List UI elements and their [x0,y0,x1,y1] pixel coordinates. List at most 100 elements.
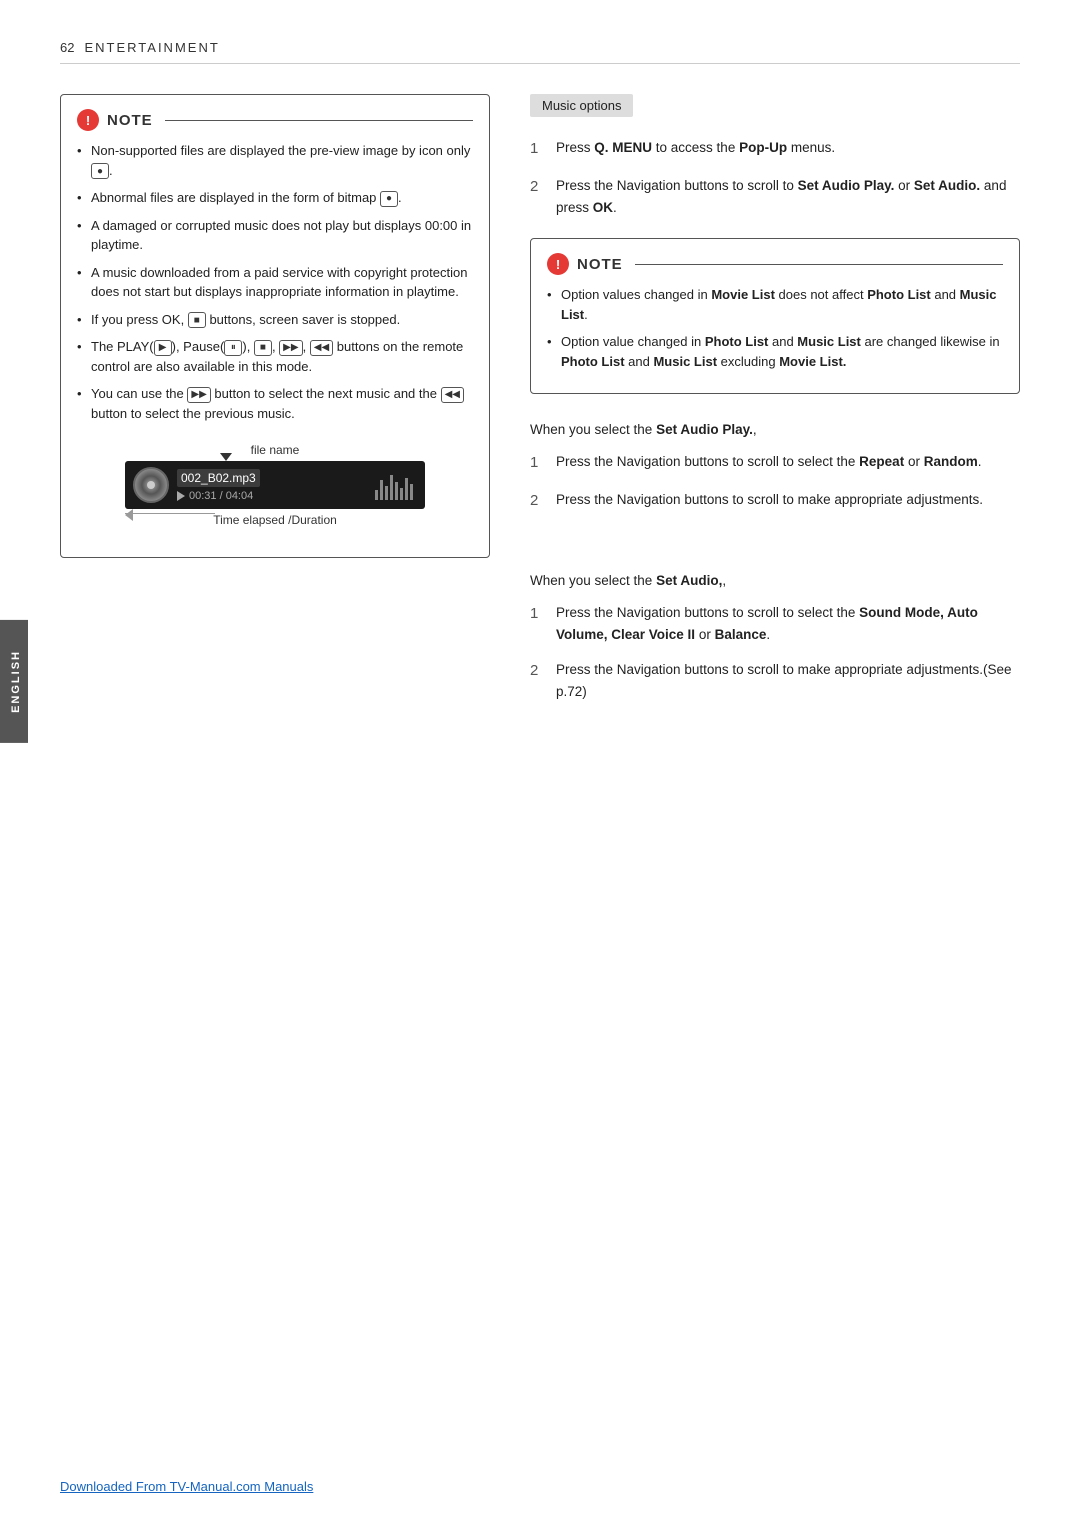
step-2-text: Press the Navigation buttons to scroll t… [556,175,1020,218]
left-note-header: ! NOTE [77,109,473,131]
sap-step-num-2: 2 [530,489,544,513]
step-2: 2 Press the Navigation buttons to scroll… [530,175,1020,218]
note-icon: ! [77,109,99,131]
player-filename: 002_B02.mp3 [177,469,260,487]
list-item: A damaged or corrupted music does not pl… [77,216,473,255]
list-item: Abnormal files are displayed in the form… [77,188,473,208]
left-note-list: Non-supported files are displayed the pr… [77,141,473,423]
player-info: 002_B02.mp3 00:31 / 04:04 [177,469,367,502]
right-note-icon: ! [547,253,569,275]
list-item: Non-supported files are displayed the pr… [77,141,473,180]
icon-inline-bitmap: ● [380,191,398,207]
play-icon: ▶ [154,340,172,356]
prev-icon: ◀◀ [441,387,464,403]
sound-mode-bold: Sound Mode, Auto Volume, Clear Voice II [556,605,978,642]
random-bold: Random [924,454,978,469]
left-note-box: ! NOTE Non-supported files are displayed… [60,94,490,558]
sa-step-2-text: Press the Navigation buttons to scroll t… [556,659,1020,702]
set-audio-play-label: Set Audio Play. [656,422,753,437]
time-arrow-left [125,513,215,514]
player-box: 002_B02.mp3 00:31 / 04:04 [125,461,425,509]
pause-icon: ⏸ [224,340,242,356]
right-note-list: Option values changed in Movie List does… [547,285,1003,371]
sa-step-1: 1 Press the Navigation buttons to scroll… [530,602,1020,645]
step-1: 1 Press Q. MENU to access the Pop-Up men… [530,137,1020,161]
page-container: ENGLISH 62 ENTERTAINMENT ! NOTE Non-supp… [0,0,1080,1524]
stop-icon: ■ [254,340,272,356]
content-area: ! NOTE Non-supported files are displayed… [60,94,1020,733]
sa-step-2: 2 Press the Navigation buttons to scroll… [530,659,1020,702]
right-note-box: ! NOTE Option values changed in Movie Li… [530,238,1020,394]
music-list-bold-3: Music List [653,354,717,369]
set-audio-label: Set Audio, [656,573,722,588]
sa-step-1-text: Press the Navigation buttons to scroll t… [556,602,1020,645]
disc-icon [133,467,169,503]
ok-icon: ■ [188,312,206,328]
time-elapsed-label: Time elapsed /Duration [213,513,337,527]
sap-step-2-text: Press the Navigation buttons to scroll t… [556,489,1020,513]
list-item: If you press OK, ■ buttons, screen saver… [77,310,473,330]
waveform-bar [400,488,403,500]
set-audio-steps: 1 Press the Navigation buttons to scroll… [530,602,1020,702]
set-audio-bold: Set Audio. [914,178,980,193]
page-header: 62 ENTERTAINMENT [60,40,1020,64]
right-note-item-2: Option value changed in Photo List and M… [547,332,1003,371]
list-item: You can use the ▶▶ button to select the … [77,384,473,423]
page-number: 62 [60,40,74,55]
photo-list-bold-2: Photo List [705,334,769,349]
player-illustration: file name 002_B02.mp3 00:31 / 04:04 [77,443,473,527]
spacer [530,543,1020,573]
qmenu-bold: Q. MENU [594,140,652,155]
sap-step-2: 2 Press the Navigation buttons to scroll… [530,489,1020,513]
music-list-bold: Music List [561,287,997,322]
time-arrow-head [125,509,133,521]
right-note-title: NOTE [577,256,623,273]
movie-list-bold-2: Movie List. [779,354,846,369]
left-column: ! NOTE Non-supported files are displayed… [60,94,490,733]
set-audio-play-section: When you select the Set Audio Play., 1 P… [530,422,1020,513]
balance-bold: Balance [715,627,767,642]
music-options-label: Music options [530,94,633,117]
right-column: Music options 1 Press Q. MENU to access … [530,94,1020,733]
next-icon: ▶▶ [187,387,210,403]
set-audio-play-intro: When you select the Set Audio Play., [530,422,1020,437]
step-num-1: 1 [530,137,544,161]
waveform-bar [395,482,398,500]
waveform-visual [375,470,417,500]
ok-bold: OK [593,200,613,215]
music-options-steps: 1 Press Q. MENU to access the Pop-Up men… [530,137,1020,218]
arrow-down-icon [220,453,232,461]
waveform-bar [405,478,408,500]
disc-center [147,481,155,489]
note-line-decoration [165,120,473,121]
sidebar-label: ENGLISH [0,620,28,743]
popup-bold: Pop-Up [739,140,787,155]
sa-step-num-1: 1 [530,602,544,645]
repeat-bold: Repeat [859,454,904,469]
rew-icon: ◀◀ [310,340,333,356]
sap-step-1-text: Press the Navigation buttons to scroll t… [556,451,1020,475]
filename-label: file name [251,443,300,457]
play-triangle-icon [177,491,185,501]
page-section: ENTERTAINMENT [84,40,219,55]
set-audio-play-steps: 1 Press the Navigation buttons to scroll… [530,451,1020,513]
step-1-text: Press Q. MENU to access the Pop-Up menus… [556,137,1020,161]
sa-step-num-2: 2 [530,659,544,702]
sap-step-num-1: 1 [530,451,544,475]
ff-icon: ▶▶ [279,340,302,356]
movie-list-bold: Movie List [711,287,775,302]
waveform-bar [390,475,393,500]
waveform-bar [410,484,413,500]
waveform-bar [375,490,378,500]
photo-list-bold-3: Photo List [561,354,625,369]
right-note-header: ! NOTE [547,253,1003,275]
right-note-line [635,264,1003,265]
player-time: 00:31 / 04:04 [177,490,367,502]
set-audio-intro: When you select the Set Audio,, [530,573,1020,588]
photo-list-bold: Photo List [867,287,931,302]
waveform-bar [380,480,383,500]
waveform-bar [385,486,388,500]
list-item: A music downloaded from a paid service w… [77,263,473,302]
step-num-2: 2 [530,175,544,218]
footer-link[interactable]: Downloaded From TV-Manual.com Manuals [60,1479,313,1494]
